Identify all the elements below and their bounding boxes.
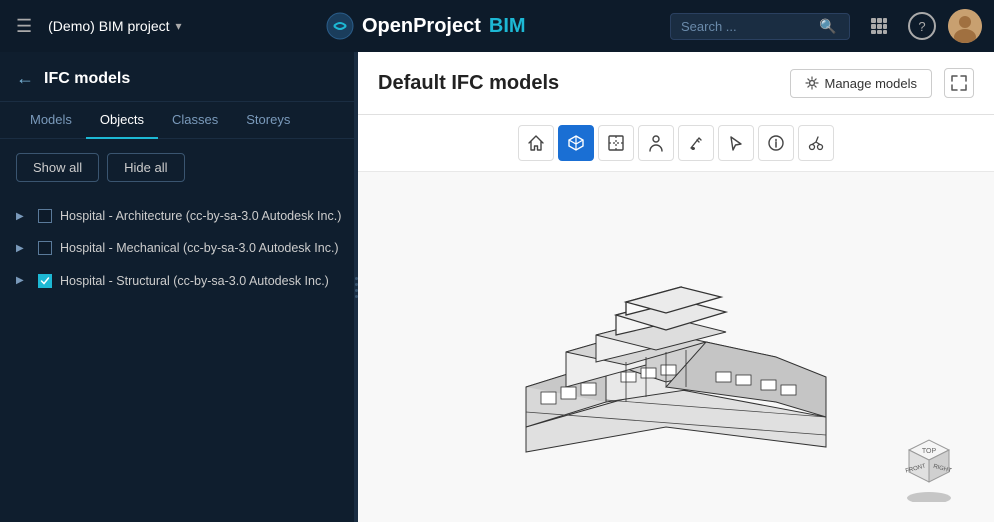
list-item[interactable]: ▶ Hospital - Mechanical (cc-by-sa-3.0 Au… bbox=[0, 232, 358, 264]
sidebar-actions: Show all Hide all bbox=[0, 139, 358, 196]
project-chevron-icon: ▾ bbox=[176, 19, 182, 33]
home-icon bbox=[527, 134, 545, 152]
model-checkbox[interactable] bbox=[38, 209, 52, 223]
models-list: ▶ Hospital - Architecture (cc-by-sa-3.0 … bbox=[0, 196, 358, 522]
user-avatar[interactable] bbox=[948, 9, 982, 43]
sidebar-title: IFC models bbox=[44, 70, 130, 88]
tab-storeys[interactable]: Storeys bbox=[232, 102, 304, 139]
sidebar-header: ← IFC models bbox=[0, 52, 358, 102]
search-input[interactable] bbox=[681, 19, 811, 34]
model-checkbox[interactable] bbox=[38, 274, 52, 288]
cube-icon bbox=[567, 134, 585, 152]
sidebar: ← IFC models Models Objects Classes Stor… bbox=[0, 52, 358, 522]
back-button[interactable]: ← bbox=[16, 68, 34, 89]
tool-person-button[interactable] bbox=[638, 125, 674, 161]
orientation-cube[interactable]: TOP FRONT RIGHT bbox=[894, 422, 964, 492]
svg-text:TOP: TOP bbox=[922, 448, 937, 455]
settings-icon bbox=[805, 76, 819, 90]
hide-all-button[interactable]: Hide all bbox=[107, 153, 184, 182]
3d-viewer: TOP FRONT RIGHT bbox=[358, 172, 994, 522]
tool-paint-button[interactable] bbox=[678, 125, 714, 161]
paint-icon bbox=[687, 134, 705, 152]
project-selector[interactable]: (Demo) BIM project ▾ bbox=[48, 18, 181, 34]
top-navbar: ☰ (Demo) BIM project ▾ OpenProject BIM 🔍 bbox=[0, 0, 994, 52]
building-wireframe bbox=[466, 187, 886, 507]
orientation-cube-icon: TOP FRONT RIGHT bbox=[894, 422, 964, 502]
model-checkbox[interactable] bbox=[38, 241, 52, 255]
main-layout: ← IFC models Models Objects Classes Stor… bbox=[0, 52, 994, 522]
fullscreen-button[interactable] bbox=[944, 68, 974, 98]
app-logo: OpenProject BIM bbox=[194, 12, 658, 40]
list-item[interactable]: ▶ Hospital - Structural (cc-by-sa-3.0 Au… bbox=[0, 265, 358, 297]
fullscreen-icon bbox=[951, 75, 967, 91]
search-icon[interactable]: 🔍 bbox=[819, 18, 836, 35]
show-all-button[interactable]: Show all bbox=[16, 153, 99, 182]
sidebar-tabs: Models Objects Classes Storeys bbox=[0, 102, 358, 139]
viewer-toolbar bbox=[358, 115, 994, 172]
search-container: 🔍 bbox=[670, 13, 850, 40]
manage-models-button[interactable]: Manage models bbox=[790, 69, 933, 98]
expand-icon: ▶ bbox=[16, 275, 30, 286]
avatar-icon bbox=[948, 9, 982, 43]
cursor-icon bbox=[727, 134, 745, 152]
list-item[interactable]: ▶ Hospital - Architecture (cc-by-sa-3.0 … bbox=[0, 200, 358, 232]
info-icon bbox=[767, 134, 785, 152]
expand-icon: ▶ bbox=[16, 243, 30, 254]
tool-select-button[interactable] bbox=[718, 125, 754, 161]
content-area: Default IFC models Manage models bbox=[358, 52, 994, 522]
checkmark-icon bbox=[40, 276, 50, 286]
tab-models[interactable]: Models bbox=[16, 102, 86, 139]
tool-cut-button[interactable] bbox=[798, 125, 834, 161]
hamburger-menu[interactable]: ☰ bbox=[12, 12, 36, 41]
tab-objects[interactable]: Objects bbox=[86, 102, 158, 139]
tool-section-button[interactable] bbox=[598, 125, 634, 161]
model-name: Hospital - Mechanical (cc-by-sa-3.0 Auto… bbox=[60, 240, 339, 256]
scissors-icon bbox=[807, 134, 825, 152]
expand-icon: ▶ bbox=[16, 211, 30, 222]
section-icon bbox=[607, 134, 625, 152]
grid-icon bbox=[870, 17, 888, 35]
logo-icon bbox=[326, 12, 354, 40]
header-actions: Manage models bbox=[790, 68, 975, 98]
model-name: Hospital - Architecture (cc-by-sa-3.0 Au… bbox=[60, 208, 341, 224]
grid-apps-button[interactable] bbox=[862, 13, 896, 39]
app-name-bim: BIM bbox=[489, 15, 526, 38]
page-title: Default IFC models bbox=[378, 72, 559, 95]
project-name: (Demo) BIM project bbox=[48, 18, 169, 34]
tool-home-button[interactable] bbox=[518, 125, 554, 161]
manage-models-label: Manage models bbox=[825, 76, 918, 91]
model-name: Hospital - Structural (cc-by-sa-3.0 Auto… bbox=[60, 273, 329, 289]
tool-3d-button[interactable] bbox=[558, 125, 594, 161]
person-icon bbox=[647, 134, 665, 152]
app-name-open: OpenProject bbox=[362, 15, 481, 38]
tab-classes[interactable]: Classes bbox=[158, 102, 232, 139]
help-button[interactable]: ? bbox=[908, 12, 936, 40]
content-header: Default IFC models Manage models bbox=[358, 52, 994, 115]
tool-info-button[interactable] bbox=[758, 125, 794, 161]
